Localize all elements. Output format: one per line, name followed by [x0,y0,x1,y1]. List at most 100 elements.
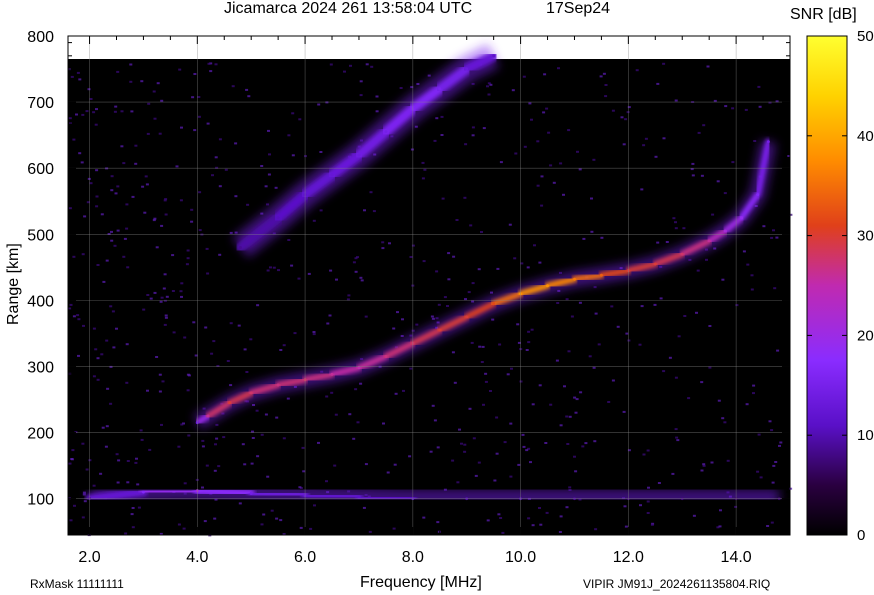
noise-speck [85,110,89,113]
noise-speck [697,131,701,134]
noise-speck [113,110,117,113]
noise-speck [526,266,530,269]
noise-speck [125,381,129,384]
noise-speck [495,416,499,419]
noise-speck [469,224,473,227]
noise-speck [113,244,117,247]
noise-speck [218,253,222,256]
noise-speck [326,322,330,325]
noise-speck [120,145,124,148]
y-axis-label: Range [km] [5,243,22,325]
noise-speck [264,185,268,188]
noise-speck [646,512,650,514]
noise-speck [487,93,491,96]
noise-speck [486,519,490,522]
noise-speck [495,452,499,455]
noise-speck [540,175,544,178]
noise-speck [574,411,578,414]
noise-speck [231,85,235,88]
noise-speck [82,324,85,327]
noise-speck [513,257,517,260]
noise-speck [731,107,735,110]
noise-speck [762,225,766,228]
noise-speck [611,109,615,112]
noise-speck [530,328,534,331]
noise-speck [72,138,76,141]
noise-speck [687,397,691,400]
noise-speck [73,504,76,507]
noise-speck [222,436,226,439]
noise-speck [549,403,553,406]
noise-speck [674,376,678,379]
noise-speck [499,161,503,164]
noise-speck [576,150,579,153]
noise-speck [414,125,418,128]
noise-speck [116,70,120,73]
noise-speck [545,107,549,110]
noise-speck [750,274,754,277]
noise-speck [431,317,435,320]
noise-speck [436,446,440,449]
noise-speck [746,263,750,266]
noise-speck [70,75,74,78]
noise-speck [241,443,245,446]
noise-speck [759,476,763,479]
noise-speck [158,390,162,393]
data-point [492,302,496,306]
noise-speck [750,288,754,291]
noise-speck [328,314,332,317]
noise-speck [616,325,620,328]
y-tick-label: 400 [27,293,54,310]
noise-speck [662,62,666,65]
noise-speck [214,63,218,66]
noise-speck [509,475,513,478]
noise-speck [431,404,435,407]
noise-speck [776,349,780,352]
noise-speck [668,356,672,359]
noise-speck [147,102,151,105]
noise-speck [245,88,249,91]
noise-speck [674,99,678,102]
noise-speck [325,480,328,483]
noise-speck [109,402,113,405]
noise-speck [193,129,197,132]
noise-speck [549,164,553,167]
noise-speck [155,246,159,249]
y-tick-label: 300 [27,359,54,376]
noise-speck [155,356,159,358]
y-tick-label: 100 [27,492,54,509]
noise-speck [105,259,109,262]
noise-speck [471,282,475,285]
noise-speck [396,311,399,314]
noise-speck [528,102,532,105]
noise-speck [545,511,549,514]
noise-speck [122,255,126,258]
noise-speck [718,525,722,528]
noise-speck [435,270,439,273]
noise-speck [509,422,513,425]
noise-speck [211,174,214,177]
noise-speck [536,140,540,143]
noise-speck [260,523,264,526]
noise-speck [753,140,757,142]
noise-speck [164,314,168,317]
noise-speck [599,75,603,78]
noise-speck [691,162,695,165]
noise-speck [116,481,120,484]
colorbar [806,35,848,536]
noise-speck [229,322,233,325]
data-point [238,246,242,249]
noise-speck [330,391,334,394]
noise-speck [624,525,628,528]
noise-speck [272,266,276,269]
noise-speck [536,184,540,187]
noise-speck [142,308,146,311]
noise-speck [375,95,379,98]
noise-speck [556,302,560,304]
noise-speck [270,509,274,512]
noise-speck [175,165,179,168]
noise-speck [266,203,269,206]
noise-speck [593,440,597,443]
noise-speck [657,482,661,484]
noise-speck [120,110,124,113]
